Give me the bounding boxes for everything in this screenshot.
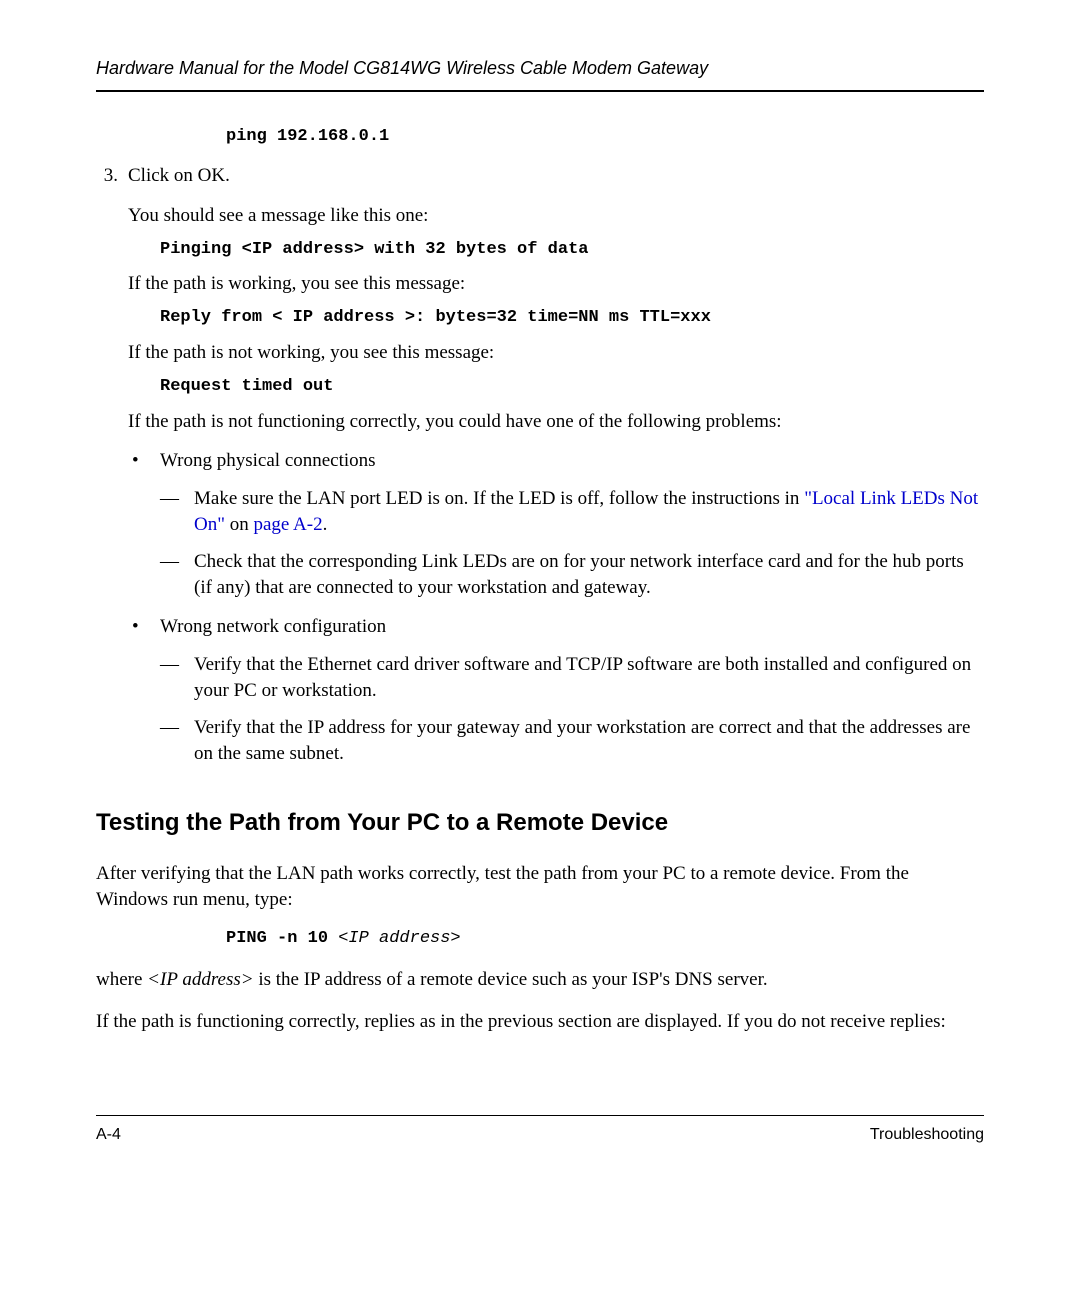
body-paragraph: where <IP address> is the IP address of … [96, 967, 984, 993]
code-ping-local: ping 192.168.0.1 [226, 126, 984, 149]
instruction-text: If the path is not working, you see this… [128, 340, 984, 366]
sub-item-text: Check that the corresponding Link LEDs a… [194, 549, 984, 600]
sub-item-text: Verify that the Ethernet card driver sof… [194, 652, 984, 703]
step-3: 3. Click on OK. [96, 163, 984, 189]
list-item: — Verify that the Ethernet card driver s… [160, 652, 984, 703]
dash-icon: — [160, 549, 194, 600]
step-number: 3. [96, 163, 128, 189]
list-item: • Wrong physical connections — Make sure… [128, 448, 984, 600]
body-paragraph: If the path is functioning correctly, re… [96, 1009, 984, 1035]
sub-item-text: Verify that the IP address for your gate… [194, 715, 984, 766]
problems-list: • Wrong physical connections — Make sure… [128, 448, 984, 766]
page-number: A-4 [96, 1124, 121, 1146]
dash-icon: — [160, 486, 194, 537]
dash-icon: — [160, 652, 194, 703]
list-item: — Verify that the IP address for your ga… [160, 715, 984, 766]
step-text: Click on OK. [128, 163, 984, 189]
list-item: — Make sure the LAN port LED is on. If t… [160, 486, 984, 537]
code-pinging: Pinging <IP address> with 32 bytes of da… [160, 239, 984, 262]
section-heading: Testing the Path from Your PC to a Remot… [96, 807, 984, 839]
code-timeout: Request timed out [160, 376, 984, 399]
bullet-text: Wrong physical connections [160, 450, 376, 471]
body-paragraph: After verifying that the LAN path works … [96, 861, 984, 912]
bullet-icon: • [128, 614, 160, 766]
list-item: • Wrong network configuration — Verify t… [128, 614, 984, 766]
list-item: — Check that the corresponding Link LEDs… [160, 549, 984, 600]
link-page-a2[interactable]: page A-2 [253, 514, 322, 535]
section-name: Troubleshooting [870, 1124, 984, 1146]
code-ping-remote: PING -n 10 <IP address> [226, 928, 984, 951]
code-reply: Reply from < IP address >: bytes=32 time… [160, 307, 984, 330]
sub-item-text: Make sure the LAN port LED is on. If the… [194, 486, 984, 537]
sub-list: — Make sure the LAN port LED is on. If t… [160, 486, 984, 601]
instruction-text: You should see a message like this one: [128, 203, 984, 229]
page-footer: A-4 Troubleshooting [96, 1115, 984, 1146]
dash-icon: — [160, 715, 194, 766]
instruction-text: If the path is working, you see this mes… [128, 271, 984, 297]
sub-list: — Verify that the Ethernet card driver s… [160, 652, 984, 767]
instruction-text: If the path is not functioning correctly… [128, 409, 984, 435]
bullet-icon: • [128, 448, 160, 600]
bullet-text: Wrong network configuration [160, 616, 386, 637]
page-header: Hardware Manual for the Model CG814WG Wi… [96, 56, 984, 92]
